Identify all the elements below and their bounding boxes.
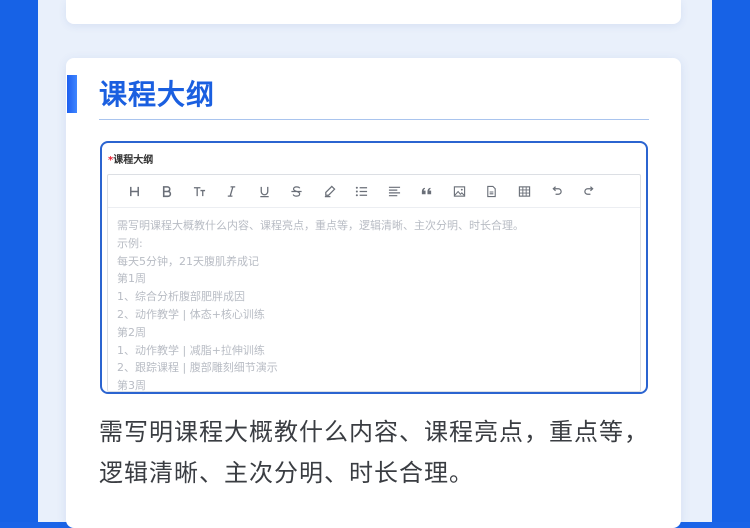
align-icon[interactable] <box>378 179 411 203</box>
section-title-accent <box>67 75 77 113</box>
placeholder-line: 2、动作教学 | 体态+核心训练 <box>117 307 265 321</box>
italic-icon[interactable] <box>216 179 249 203</box>
redo-icon[interactable] <box>573 179 606 203</box>
heading-icon[interactable] <box>118 179 151 203</box>
table-icon[interactable] <box>508 179 541 203</box>
bold-icon[interactable] <box>151 179 184 203</box>
rich-text-editor: 需写明课程大概教什么内容、课程亮点，重点等，逻辑清晰、主次分明、时长合理。 示例… <box>107 174 641 392</box>
strikethrough-icon[interactable] <box>281 179 314 203</box>
description-text: 需写明课程大概教什么内容、课程亮点，重点等，逻辑清晰、主次分明、时长合理。 <box>99 418 649 487</box>
placeholder-line: 第2周 <box>117 325 146 339</box>
previous-card <box>66 0 681 24</box>
field-label: *课程大纲 <box>108 151 153 166</box>
highlight-icon[interactable] <box>313 179 346 203</box>
undo-icon[interactable] <box>541 179 574 203</box>
placeholder-line: 第3周 <box>117 379 146 392</box>
editor-toolbar <box>108 175 640 208</box>
section-title: 课程大纲 <box>99 78 216 111</box>
editor-content-area[interactable]: 需写明课程大概教什么内容、课程亮点，重点等，逻辑清晰、主次分明、时长合理。 示例… <box>108 208 640 392</box>
placeholder-line: 第1周 <box>117 272 146 286</box>
text-size-icon[interactable] <box>183 179 216 203</box>
quote-icon[interactable] <box>411 179 444 203</box>
placeholder-line: 1、综合分析腹部肥胖成因 <box>117 290 245 304</box>
file-icon[interactable] <box>476 179 509 203</box>
placeholder-line: 需写明课程大概教什么内容、课程亮点，重点等，逻辑清晰、主次分明、时长合理。 <box>117 219 524 232</box>
placeholder-line: 1、动作教学 | 减脂+拉伸训练 <box>117 343 265 357</box>
placeholder-line: 2、跟踪课程 | 腹部雕刻细节演示 <box>117 361 278 375</box>
placeholder-line: 每天5分钟，21天腹肌养成记 <box>117 254 259 268</box>
placeholder-line: 示例: <box>117 236 143 250</box>
underline-icon[interactable] <box>248 179 281 203</box>
left-background <box>0 0 38 522</box>
field-label-text: 课程大纲 <box>113 155 154 166</box>
course-outline-editor: *课程大纲 需写明课程大概教什么内容、课程亮点，重点等，逻辑清晰、主次分明、时长… <box>100 141 648 394</box>
section-divider <box>99 119 649 120</box>
image-icon[interactable] <box>443 179 476 203</box>
bullet-list-icon[interactable] <box>346 179 379 203</box>
right-background <box>712 0 750 522</box>
